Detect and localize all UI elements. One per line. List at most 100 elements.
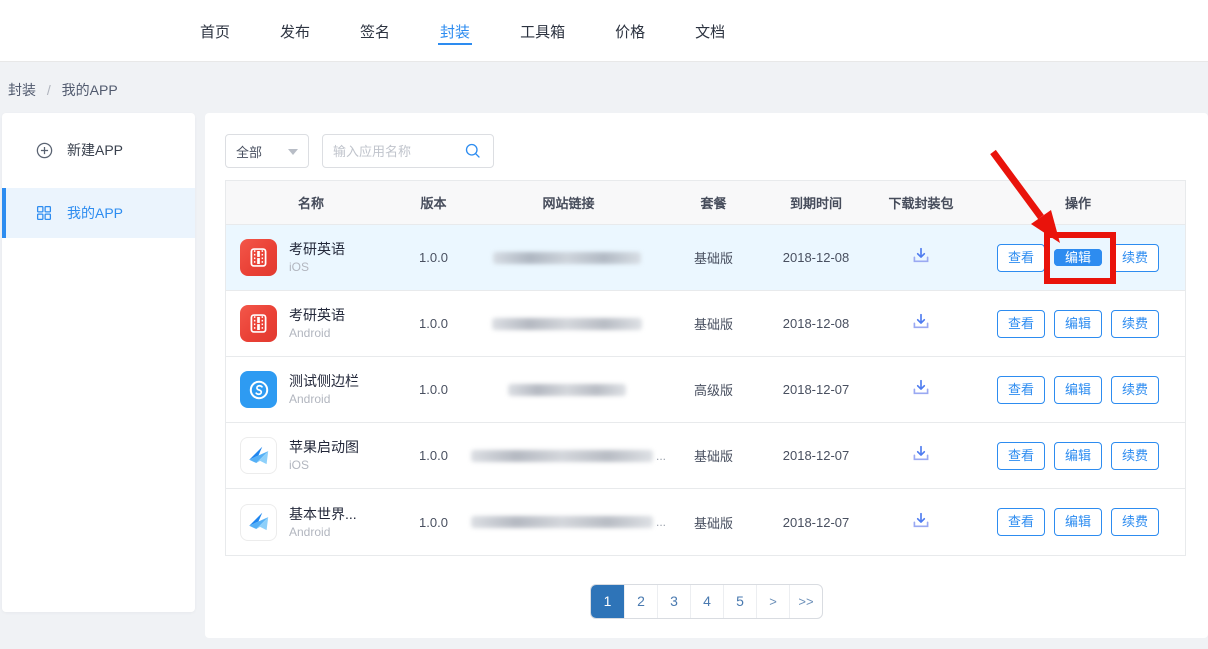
page-button-5[interactable]: 5 — [723, 585, 756, 618]
edit-button[interactable]: 编辑 — [1054, 310, 1102, 338]
renew-button[interactable]: 续费 — [1111, 310, 1159, 338]
blurred-link — [492, 318, 642, 330]
search-icon[interactable] — [463, 141, 483, 161]
next-page-button[interactable]: > — [756, 585, 789, 618]
download-icon[interactable] — [910, 510, 932, 532]
top-navbar: 首页 发布 签名 封装 工具箱 价格 文档 — [0, 0, 1208, 62]
page-button-4[interactable]: 4 — [690, 585, 723, 618]
actions-cell: 查看 编辑 续费 — [971, 244, 1185, 272]
download-cell — [871, 510, 971, 535]
app-name: 测试侧边栏 — [289, 373, 359, 390]
col-header-link: 网站链接 — [471, 193, 666, 212]
search-box — [322, 134, 494, 168]
renew-button[interactable]: 续费 — [1111, 244, 1159, 272]
blurred-link — [508, 384, 626, 396]
app-expires: 2018-12-07 — [761, 448, 871, 463]
download-icon[interactable] — [910, 443, 932, 465]
edit-button-annotated-wrap: 编辑 — [1054, 245, 1102, 271]
blurred-link — [471, 516, 653, 528]
page-button-3[interactable]: 3 — [657, 585, 690, 618]
app-link-cell — [471, 384, 666, 396]
sidebar-item-label: 我的APP — [67, 203, 123, 223]
main-panel: 全部 名称 版本 网站链接 套餐 到期时间 下载封装包 操作 — [205, 113, 1208, 638]
edit-button[interactable]: 编辑 — [1054, 442, 1102, 470]
renew-button[interactable]: 续费 — [1111, 376, 1159, 404]
app-name-cell: 测试侧边栏 Android — [226, 371, 396, 408]
renew-button[interactable]: 续费 — [1111, 508, 1159, 536]
nav-item-package[interactable]: 封装 — [440, 0, 470, 62]
app-version: 1.0.0 — [396, 316, 471, 331]
plus-circle-icon — [34, 140, 54, 160]
col-header-expires: 到期时间 — [761, 193, 871, 212]
edit-button[interactable]: 编辑 — [1054, 508, 1102, 536]
category-select[interactable]: 全部 — [225, 134, 309, 168]
nav-item-home[interactable]: 首页 — [200, 0, 230, 62]
view-button[interactable]: 查看 — [997, 310, 1045, 338]
sidebar-item-my-app[interactable]: 我的APP — [2, 188, 195, 238]
nav-items: 首页 发布 签名 封装 工具箱 价格 文档 — [200, 0, 1208, 62]
sidebar-item-label: 新建APP — [67, 140, 123, 160]
pagination-group: 1 2 3 4 5 > >> — [590, 584, 823, 619]
edit-button[interactable]: 编辑 — [1054, 249, 1102, 266]
view-button[interactable]: 查看 — [997, 508, 1045, 536]
blurred-link — [471, 450, 653, 462]
actions-cell: 查看 编辑 续费 — [971, 310, 1185, 338]
pagination: 1 2 3 4 5 > >> — [205, 584, 1208, 619]
app-name-cell: 苹果启动图 iOS — [226, 437, 396, 474]
col-header-name: 名称 — [226, 193, 396, 212]
chevron-down-icon — [288, 149, 298, 160]
app-version: 1.0.0 — [396, 515, 471, 530]
search-input[interactable] — [333, 144, 463, 159]
app-link-cell — [471, 318, 666, 330]
s-circle-icon — [240, 371, 277, 408]
film-icon — [240, 239, 277, 276]
renew-button[interactable]: 续费 — [1111, 442, 1159, 470]
category-select-value: 全部 — [236, 142, 262, 161]
download-cell — [871, 377, 971, 402]
page-button-2[interactable]: 2 — [624, 585, 657, 618]
sidebar-item-new-app[interactable]: 新建APP — [2, 125, 195, 175]
table-row: 测试侧边栏 Android 1.0.0 高级版 2018-12-07 查看 编辑… — [226, 357, 1185, 423]
table-row: 考研英语 Android 1.0.0 基础版 2018-12-08 查看 编辑 … — [226, 291, 1185, 357]
grid-icon — [34, 203, 54, 223]
nav-item-sign[interactable]: 签名 — [360, 0, 390, 62]
breadcrumb-separator: / — [47, 82, 51, 98]
view-button[interactable]: 查看 — [997, 442, 1045, 470]
app-name-cell: 考研英语 Android — [226, 305, 396, 342]
sidebar: 新建APP 我的APP — [2, 113, 195, 612]
app-link-cell: ... — [471, 449, 666, 463]
app-version: 1.0.0 — [396, 250, 471, 265]
nav-item-publish[interactable]: 发布 — [280, 0, 310, 62]
app-expires: 2018-12-07 — [761, 382, 871, 397]
last-page-button[interactable]: >> — [789, 585, 822, 618]
app-table: 名称 版本 网站链接 套餐 到期时间 下载封装包 操作 考研英语 iOS 1.0… — [225, 180, 1186, 556]
page-button-1[interactable]: 1 — [591, 585, 624, 618]
download-icon[interactable] — [910, 377, 932, 399]
link-suffix: ... — [656, 449, 666, 463]
nav-item-docs[interactable]: 文档 — [695, 0, 725, 62]
download-cell — [871, 245, 971, 270]
table-row: 苹果启动图 iOS 1.0.0 ... 基础版 2018-12-07 查看 编辑… — [226, 423, 1185, 489]
app-expires: 2018-12-08 — [761, 316, 871, 331]
app-expires: 2018-12-08 — [761, 250, 871, 265]
col-header-plan: 套餐 — [666, 193, 761, 212]
download-icon[interactable] — [910, 311, 932, 333]
app-name: 基本世界... — [289, 506, 357, 523]
breadcrumb-item-package[interactable]: 封装 — [8, 82, 36, 98]
app-name-cell: 考研英语 iOS — [226, 239, 396, 276]
edit-button[interactable]: 编辑 — [1054, 376, 1102, 404]
link-suffix: ... — [656, 515, 666, 529]
download-icon[interactable] — [910, 245, 932, 267]
app-platform: Android — [289, 392, 359, 406]
view-button[interactable]: 查看 — [997, 244, 1045, 272]
actions-cell: 查看 编辑 续费 — [971, 376, 1185, 404]
app-plan: 高级版 — [666, 380, 761, 399]
view-button[interactable]: 查看 — [997, 376, 1045, 404]
app-plan: 基础版 — [666, 513, 761, 532]
filter-toolbar: 全部 — [225, 134, 1208, 168]
blurred-link — [493, 252, 641, 264]
app-name-cell: 基本世界... Android — [226, 504, 396, 541]
download-cell — [871, 443, 971, 468]
nav-item-toolbox[interactable]: 工具箱 — [520, 0, 565, 62]
nav-item-price[interactable]: 价格 — [615, 0, 645, 62]
